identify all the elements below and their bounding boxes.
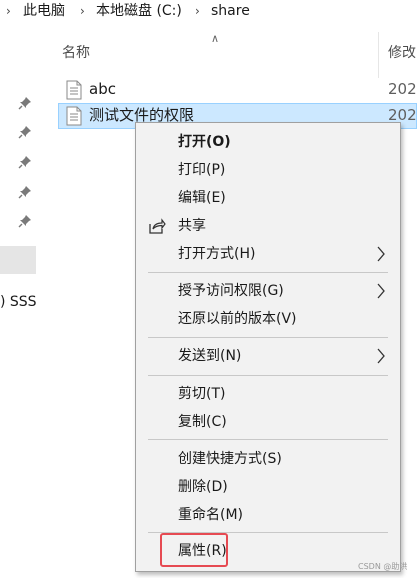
- menu-item-label: 删除(D): [178, 479, 228, 495]
- text-file-icon: [66, 80, 82, 100]
- menu-item-label: 发送到(N): [178, 348, 242, 364]
- menu-item-delete[interactable]: 删除(D): [136, 473, 400, 501]
- menu-item-label: 编辑(E): [178, 190, 226, 206]
- menu-item-send-to[interactable]: 发送到(N): [136, 342, 400, 370]
- menu-item-open[interactable]: 打开(O): [136, 128, 400, 156]
- pin-icon: [18, 186, 31, 199]
- menu-item-restore-previous[interactable]: 还原以前的版本(V): [136, 305, 400, 333]
- watermark: CSDN @助洪: [358, 562, 408, 571]
- menu-item-label: 重命名(M): [178, 507, 244, 523]
- menu-item-label: 创建快捷方式(S): [178, 451, 282, 467]
- pin-icon: [18, 126, 31, 139]
- menu-item-label: 复制(C): [178, 414, 227, 430]
- menu-item-copy[interactable]: 复制(C): [136, 408, 400, 436]
- menu-item-print[interactable]: 打印(P): [136, 156, 400, 184]
- column-date-header[interactable]: 修改: [388, 42, 416, 62]
- pin-icon: [18, 156, 31, 169]
- nav-item-selected[interactable]: [0, 246, 36, 274]
- file-name: abc: [89, 80, 116, 98]
- share-icon: [149, 218, 166, 234]
- column-name-header[interactable]: 名称: [62, 42, 90, 62]
- menu-separator: [148, 272, 388, 273]
- properties-highlight-box: [160, 533, 228, 567]
- context-menu: 打开(O) 打印(P) 编辑(E) 共享 打开方式(H) 授予访问权限(G) 还…: [135, 122, 401, 572]
- menu-item-label: 打开(O): [178, 134, 231, 150]
- menu-item-label: 打开方式(H): [178, 246, 256, 262]
- chevron-right-icon[interactable]: ›: [6, 0, 11, 22]
- text-file-icon: [66, 106, 82, 126]
- address-breadcrumb: › 此电脑 › 本地磁盘 (C:) › share: [0, 0, 417, 24]
- menu-separator: [148, 337, 388, 338]
- file-date: 2024: [388, 80, 417, 98]
- menu-item-label: 授予访问权限(G): [178, 283, 284, 299]
- menu-item-edit[interactable]: 编辑(E): [136, 184, 400, 212]
- chevron-right-icon[interactable]: ›: [80, 0, 85, 22]
- file-row-abc[interactable]: abc 2024: [58, 77, 417, 103]
- menu-separator: [148, 439, 388, 440]
- chevron-right-icon[interactable]: ›: [195, 0, 200, 22]
- menu-item-rename[interactable]: 重命名(M): [136, 501, 400, 529]
- breadcrumb-local-disk[interactable]: 本地磁盘 (C:): [96, 0, 182, 22]
- breadcrumb-this-pc[interactable]: 此电脑: [23, 0, 65, 22]
- submenu-arrow-icon: [377, 246, 385, 262]
- menu-item-cut[interactable]: 剪切(T): [136, 380, 400, 408]
- submenu-arrow-icon: [377, 348, 385, 364]
- breadcrumb-share[interactable]: share: [211, 0, 250, 22]
- sort-ascending-icon: ∧: [211, 32, 220, 45]
- pin-icon: [18, 215, 31, 228]
- menu-separator: [148, 375, 388, 376]
- menu-item-share[interactable]: 共享: [136, 212, 400, 240]
- menu-item-open-with[interactable]: 打开方式(H): [136, 240, 400, 268]
- menu-item-grant-access[interactable]: 授予访问权限(G): [136, 277, 400, 305]
- submenu-arrow-icon: [377, 283, 385, 299]
- nav-item-label[interactable]: ) SSS: [0, 292, 37, 312]
- menu-item-create-shortcut[interactable]: 创建快捷方式(S): [136, 445, 400, 473]
- menu-item-label: 剪切(T): [178, 386, 226, 402]
- pin-icon: [18, 97, 31, 110]
- navigation-pane: ) SSS: [0, 24, 40, 578]
- menu-item-label: 共享: [178, 218, 206, 234]
- column-divider[interactable]: [378, 32, 379, 78]
- menu-item-label: 打印(P): [178, 162, 226, 178]
- menu-item-label: 还原以前的版本(V): [178, 311, 297, 327]
